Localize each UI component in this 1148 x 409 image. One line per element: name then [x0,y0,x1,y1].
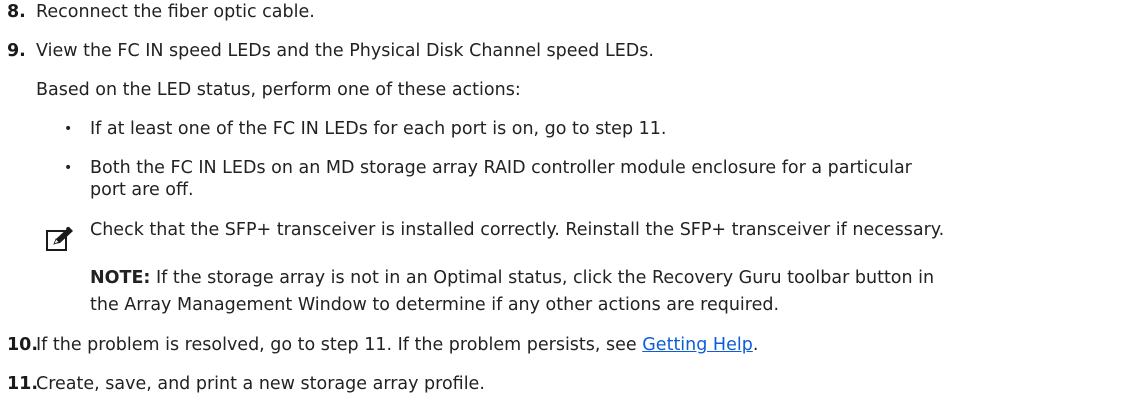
bullet-text: Check that the SFP+ transceiver is insta… [90,220,945,240]
bullet-marker: • [64,121,73,137]
note-text-continued: the Array Management Window to determine… [90,295,780,315]
step-text: Create, save, and print a new storage ar… [36,374,485,394]
note-text: If the storage array is not in an Optima… [150,268,935,288]
step-text: If the problem is resolved, go to step 1… [36,333,758,357]
step-number: 8. [7,2,26,22]
step-number: 11. [7,374,39,394]
bullet-text-continued: port are off. [90,180,194,200]
note-pencil-icon [46,227,73,251]
step-number: 9. [7,41,26,61]
bullet-text: Both the FC IN LEDs on an MD storage arr… [90,158,912,178]
step-number: 10. [7,335,39,355]
bullet-text: If at least one of the FC IN LEDs for ea… [90,119,667,139]
step-text-after-link: . [752,335,759,355]
step-text-before-link: If the problem is resolved, go to step 1… [36,335,643,355]
note: NOTE: If the storage array is not in an … [90,266,934,290]
note-label: NOTE: [90,268,151,288]
step-text: View the FC IN speed LEDs and the Physic… [36,41,654,61]
step-9-intro: Based on the LED status, perform one of … [36,80,521,100]
step-text: Reconnect the fiber optic cable. [36,2,315,22]
getting-help-link[interactable]: Getting Help [642,335,753,355]
bullet-marker: • [64,160,73,176]
